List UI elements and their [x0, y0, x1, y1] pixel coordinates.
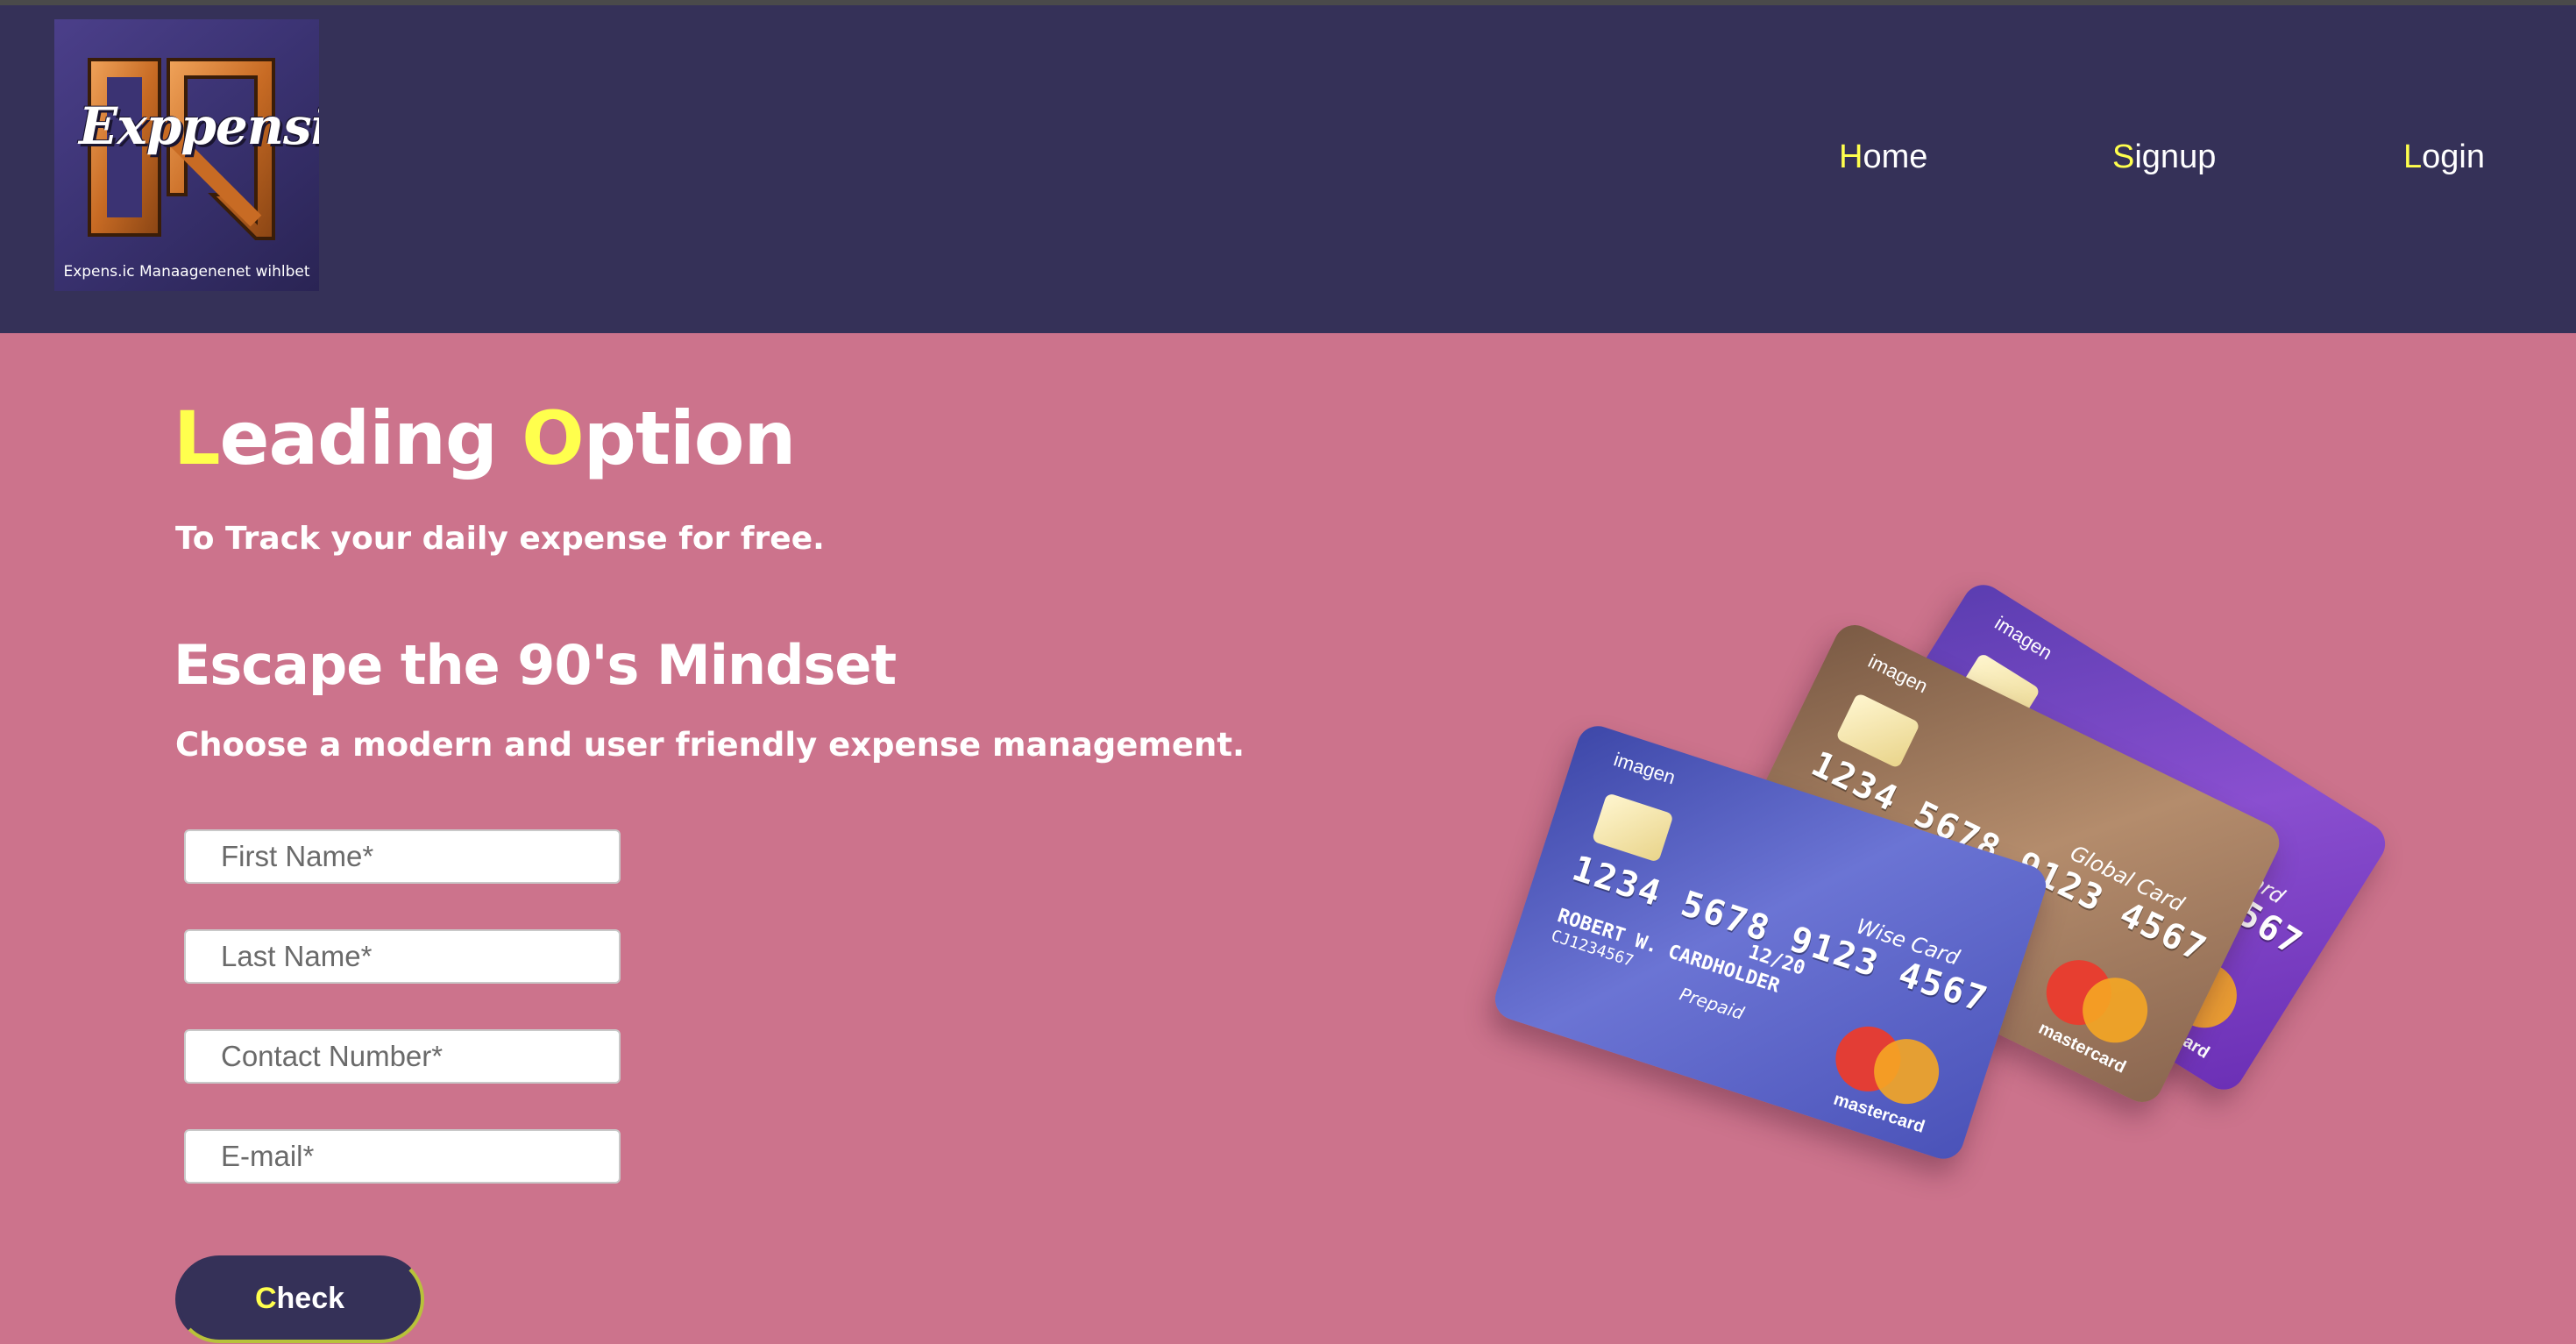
hero-title-word-1: eading [219, 395, 522, 481]
card-front-chip-icon [1591, 793, 1674, 863]
check-button-rest: heck [276, 1282, 345, 1315]
hero-title-initial-o: O [522, 395, 584, 481]
contact-number-input[interactable] [184, 1029, 621, 1084]
section-subtitle: Choose a modern and user friendly expens… [175, 726, 1245, 764]
hero-title-initial-l: L [174, 395, 221, 481]
nav-link-signup-initial: S [2112, 139, 2135, 175]
card-back-brand: imagen [1991, 611, 2056, 665]
hero-title-word-2: ption [583, 395, 797, 481]
check-button-initial: C [254, 1282, 277, 1315]
hero-subtitle: To Track your daily expense for free. [175, 521, 825, 557]
navbar: Exppensio Expens.ic Manaagenenet wihlbet… [0, 5, 2576, 333]
logo-wordmark: Exppensio [79, 96, 319, 156]
email-input[interactable] [184, 1129, 621, 1184]
section-heading: Escape the 90's Mindset [174, 633, 897, 697]
first-name-input[interactable] [184, 829, 621, 884]
logo-tagline: Expens.ic Manaagenenet wihlbet [63, 263, 310, 281]
logo[interactable]: Exppensio Expens.ic Manaagenenet wihlbet [54, 19, 319, 291]
nav-link-home[interactable]: Home [1839, 139, 1927, 176]
nav-link-signup[interactable]: Signup [2112, 139, 2216, 176]
hero-title: Leading Option [174, 395, 797, 481]
nav-link-login-initial: L [2403, 139, 2423, 175]
nav-link-login-rest: ogin [2422, 139, 2485, 175]
credit-cards-illustration: imagen 1234 5678 9123 4567 Pay Card mast… [1489, 577, 2402, 1192]
nav-link-login[interactable]: Login [2403, 139, 2485, 176]
card-front-type: Prepaid [1677, 983, 1747, 1024]
card-middle-brand: imagen [1864, 650, 1932, 698]
nav-link-signup-rest: ignup [2134, 139, 2217, 175]
check-button[interactable]: Check [175, 1255, 424, 1343]
nav-link-home-rest: ome [1863, 139, 1928, 175]
last-name-input[interactable] [184, 929, 621, 984]
card-front-brand: imagen [1611, 748, 1678, 789]
nav-link-home-initial: H [1839, 139, 1863, 175]
